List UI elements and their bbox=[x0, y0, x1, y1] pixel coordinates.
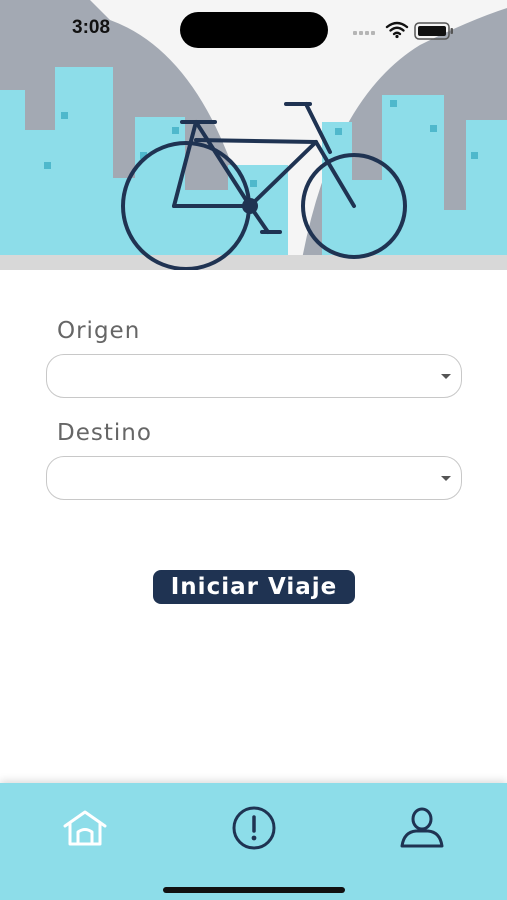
origin-label: Origen bbox=[57, 318, 141, 344]
status-time: 3:08 bbox=[72, 17, 111, 38]
wifi-icon bbox=[385, 21, 409, 36]
status-bar: 3:08 bbox=[0, 0, 507, 60]
origin-select[interactable] bbox=[46, 354, 462, 398]
signal-icon bbox=[353, 31, 375, 35]
destination-select[interactable] bbox=[46, 456, 462, 500]
tab-bar bbox=[0, 783, 507, 900]
battery-icon bbox=[414, 22, 453, 40]
status-icons bbox=[353, 21, 453, 40]
caret-down-icon bbox=[441, 374, 451, 379]
tab-profile[interactable] bbox=[392, 803, 452, 853]
home-icon bbox=[63, 810, 107, 846]
home-indicator bbox=[163, 887, 345, 893]
user-icon bbox=[400, 807, 444, 848]
destination-label: Destino bbox=[57, 420, 152, 446]
caret-down-icon bbox=[441, 476, 451, 481]
dynamic-island bbox=[180, 12, 328, 48]
tab-home[interactable] bbox=[55, 803, 115, 853]
exclamation-circle-icon bbox=[232, 806, 276, 850]
tab-alerts[interactable] bbox=[224, 803, 284, 853]
start-trip-button[interactable]: Iniciar Viaje bbox=[153, 570, 355, 604]
